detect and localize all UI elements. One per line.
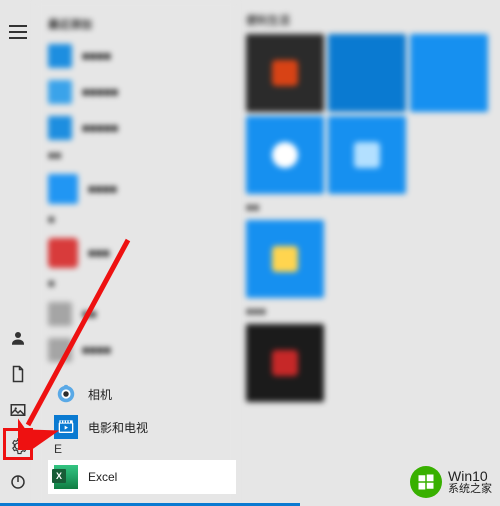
list-item[interactable]: ■■■■: [36, 168, 236, 210]
app-label: 相机: [88, 386, 112, 403]
tile[interactable]: [246, 34, 324, 112]
documents-icon[interactable]: [0, 356, 36, 392]
list-item[interactable]: ■■■■: [36, 38, 236, 74]
tile-group-label: ■■: [246, 202, 490, 214]
watermark-title: Win10: [448, 469, 492, 484]
app-label: 电影和电视: [88, 419, 148, 436]
annotation-highlight-box: [3, 428, 33, 460]
list-item[interactable]: ■■■: [36, 232, 236, 274]
tile[interactable]: [410, 34, 488, 112]
app-item-excel[interactable]: X Excel: [48, 460, 236, 494]
user-icon[interactable]: [0, 320, 36, 356]
watermark-subtitle: 系统之家: [448, 484, 492, 496]
app-item-movies-tv[interactable]: 电影和电视: [48, 410, 236, 444]
list-item[interactable]: ■■■■■: [36, 74, 236, 110]
section-header: ■■: [36, 146, 236, 168]
tile-group-label: ■■■: [246, 306, 490, 318]
power-icon[interactable]: [0, 464, 36, 500]
pictures-icon[interactable]: [0, 392, 36, 428]
excel-icon: X: [54, 465, 78, 489]
section-header: ■: [36, 210, 236, 232]
tile[interactable]: [328, 34, 406, 112]
list-item[interactable]: ■■■■■: [36, 110, 236, 146]
tile[interactable]: [246, 220, 324, 298]
section-header: ■: [36, 274, 236, 296]
watermark: Win10 系统之家: [410, 466, 492, 498]
list-item[interactable]: ■■: [36, 296, 236, 332]
camera-icon: [54, 382, 78, 406]
app-label: Excel: [88, 470, 117, 484]
tile[interactable]: [246, 324, 324, 402]
watermark-logo-icon: [410, 466, 442, 498]
section-letter-e[interactable]: E: [54, 442, 62, 456]
movies-tv-icon: [54, 415, 78, 439]
tile-group-label: 便利生活: [246, 12, 490, 28]
tile[interactable]: [328, 116, 406, 194]
list-item[interactable]: ■■■■: [36, 332, 236, 368]
tiles-area: 便利生活 ■■ ■■■: [236, 0, 500, 506]
app-item-camera[interactable]: 相机: [48, 377, 236, 411]
tile[interactable]: [246, 116, 324, 194]
hamburger-icon[interactable]: [0, 14, 36, 50]
section-header: 最近添加: [36, 12, 236, 38]
